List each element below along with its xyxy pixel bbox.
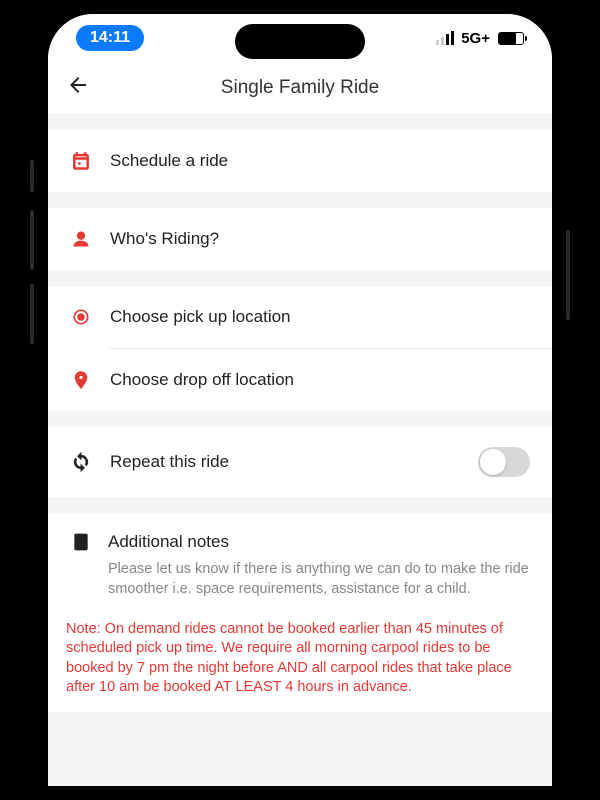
who-section: Who's Riding?: [48, 208, 552, 270]
signal-icon: [436, 31, 454, 45]
content: Schedule a ride Who's Riding? Choose pic…: [48, 130, 552, 712]
whos-riding-label: Who's Riding?: [110, 229, 219, 249]
battery-icon: [498, 32, 524, 45]
notes-description: Please let us know if there is anything …: [70, 559, 530, 600]
volume-down-button: [30, 284, 34, 344]
status-time: 14:11: [76, 25, 144, 51]
person-icon: [70, 228, 92, 250]
repeat-section: Repeat this ride: [48, 427, 552, 497]
dropoff-row[interactable]: Choose drop off location: [48, 349, 552, 411]
device-frame: 14:11 5G+ Single Family Ride: [34, 0, 566, 800]
notes-row[interactable]: Additional notes Please let us know if t…: [48, 513, 552, 612]
schedule-ride-row[interactable]: Schedule a ride: [48, 130, 552, 192]
page-title: Single Family Ride: [221, 77, 379, 99]
repeat-icon: [70, 451, 92, 473]
repeat-label: Repeat this ride: [110, 452, 229, 472]
notes-section-container: Additional notes Please let us know if t…: [48, 513, 552, 712]
notes-icon: [70, 531, 92, 553]
screen: 14:11 5G+ Single Family Ride: [48, 14, 552, 786]
status-indicators: 5G+: [436, 30, 524, 47]
repeat-row: Repeat this ride: [48, 427, 552, 497]
notes-title: Additional notes: [108, 532, 229, 552]
whos-riding-row[interactable]: Who's Riding?: [48, 208, 552, 270]
pickup-icon: [70, 306, 92, 328]
header: Single Family Ride: [48, 62, 552, 114]
power-button: [566, 230, 570, 320]
calendar-icon: [70, 150, 92, 172]
schedule-ride-label: Schedule a ride: [110, 151, 228, 171]
repeat-toggle[interactable]: [478, 447, 530, 477]
dropoff-label: Choose drop off location: [110, 370, 294, 390]
pickup-label: Choose pick up location: [110, 307, 291, 327]
pickup-row[interactable]: Choose pick up location: [48, 286, 552, 348]
back-button[interactable]: [66, 73, 94, 104]
location-section: Choose pick up location Choose drop off …: [48, 286, 552, 411]
schedule-section: Schedule a ride: [48, 130, 552, 192]
network-label: 5G+: [461, 30, 490, 47]
warning-note: Note: On demand rides cannot be booked e…: [48, 612, 552, 712]
volume-button: [30, 160, 34, 192]
volume-up-button: [30, 210, 34, 270]
notch: [235, 24, 365, 59]
dropoff-pin-icon: [70, 369, 92, 391]
